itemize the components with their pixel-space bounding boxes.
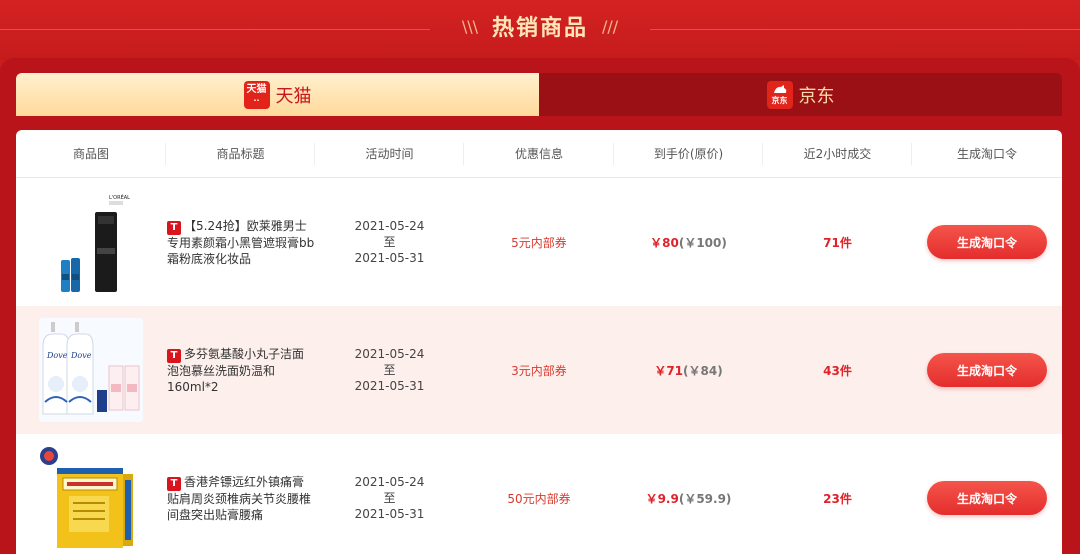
product-title-cell: T 香港斧镖远红外镇痛膏贴肩周炎颈椎病关节炎腰椎间盘突出贴膏腰痛 — [166, 434, 315, 554]
jd-dog-icon — [773, 85, 786, 93]
coupon-info: 50元内部券 — [507, 491, 571, 506]
header-action: 生成淘口令 — [956, 147, 1017, 161]
coupon-cell: 5元内部券 — [464, 178, 614, 306]
svg-text:Dove: Dove — [70, 351, 92, 360]
product-title-cell: T 【5.24抢】欧莱雅男士专用素颜霜小黑管遮瑕膏bb霜粉底液化妆品 — [166, 178, 315, 306]
original-price: (￥59.9) — [678, 491, 732, 506]
table-header: 商品图 商品标题 活动时间 优惠信息 到手价(原价) 近2小时成交 生成淘口令 — [16, 130, 1062, 178]
section-heading: \\\ 热销商品 /// — [0, 10, 1080, 42]
loreal-product-image: L'ORÉAL — [61, 193, 130, 292]
original-price: (￥100) — [678, 235, 727, 250]
tmall-badge-icon: T — [167, 476, 181, 491]
tab-jd[interactable]: 京东 京东 — [539, 73, 1062, 116]
generate-taokouling-button[interactable]: 生成淘口令 — [927, 353, 1047, 387]
time-start: 2021-05-24 — [354, 475, 425, 489]
price-value: ￥80 — [650, 235, 679, 250]
tmall-logo-eyes: ·· — [253, 95, 260, 105]
action-cell: 生成淘口令 — [912, 178, 1062, 306]
table-row: T 香港斧镖远红外镇痛膏贴肩周炎颈椎病关节炎腰椎间盘突出贴膏腰痛 2021-05-… — [16, 434, 1062, 554]
header-time: 活动时间 — [315, 130, 464, 177]
tmall-logo-icon: 天猫 ·· — [243, 80, 270, 109]
coupon-cell: 3元内部券 — [464, 306, 614, 434]
tmall-badge-icon: T — [167, 220, 181, 235]
final-price: ￥9.9(￥59.9) — [646, 490, 732, 507]
product-title[interactable]: T 香港斧镖远红外镇痛膏贴肩周炎颈椎病关节炎腰椎间盘突出贴膏腰痛 — [167, 474, 315, 523]
svg-text:Dove: Dove — [46, 351, 68, 360]
tab-tmall[interactable]: 天猫 ·· 天猫 — [16, 73, 539, 116]
time-cell: 2021-05-24 至 2021-05-31 — [315, 434, 464, 554]
sales-cell: 43件 — [763, 306, 912, 434]
product-title[interactable]: T 【5.24抢】欧莱雅男士专用素颜霜小黑管遮瑕膏bb霜粉底液化妆品 — [167, 218, 315, 267]
header-title: 商品标题 — [166, 130, 315, 177]
header-image: 商品图 — [16, 130, 166, 177]
product-title-text: 多芬氨基酸小丸子洁面泡泡慕丝洗面奶温和160ml*2 — [167, 346, 305, 394]
time-end: 2021-05-31 — [354, 251, 425, 265]
coupon-info: 5元内部券 — [511, 235, 567, 250]
time-cell: 2021-05-24 至 2021-05-31 — [315, 178, 464, 306]
recent-sales: 23件 — [823, 491, 852, 506]
table-row: Dove Dove T 多芬氨基酸小丸子洁面泡泡慕丝洗面奶温和160ml*2 2… — [16, 306, 1062, 434]
recent-sales: 43件 — [823, 363, 852, 378]
time-end: 2021-05-31 — [354, 507, 425, 521]
product-title[interactable]: T 多芬氨基酸小丸子洁面泡泡慕丝洗面奶温和160ml*2 — [167, 346, 315, 395]
heading-deco-left: \\\ — [461, 17, 478, 36]
header-coupon: 优惠信息 — [464, 130, 614, 177]
final-price: ￥71(￥84) — [654, 362, 722, 379]
product-image-cell: L'ORÉAL — [16, 178, 166, 306]
tab-tmall-label: 天猫 — [275, 85, 312, 107]
coupon-info: 3元内部券 — [511, 363, 567, 378]
generate-taokouling-button[interactable]: 生成淘口令 — [927, 225, 1047, 259]
product-title-text: 【5.24抢】欧莱雅男士专用素颜霜小黑管遮瑕膏bb霜粉底液化妆品 — [167, 218, 315, 266]
header-price: 到手价(原价) — [614, 130, 763, 177]
time-cell: 2021-05-24 至 2021-05-31 — [315, 306, 464, 434]
recent-sales: 71件 — [823, 235, 852, 250]
sales-cell: 71件 — [763, 178, 912, 306]
time-separator: 至 — [383, 363, 396, 377]
product-title-cell: T 多芬氨基酸小丸子洁面泡泡慕丝洗面奶温和160ml*2 — [166, 306, 315, 434]
time-start: 2021-05-24 — [354, 347, 425, 361]
platform-tabs: 天猫 ·· 天猫 京东 京东 — [16, 73, 1062, 116]
activity-time: 2021-05-24 至 2021-05-31 — [355, 474, 425, 522]
product-image-cell — [16, 434, 166, 554]
tmall-logo-text: 天猫 — [246, 83, 267, 95]
product-image-cell: Dove Dove — [16, 306, 166, 434]
tmall-badge-icon: T — [167, 348, 181, 363]
jd-logo-icon: 京东 — [766, 80, 793, 109]
product-image[interactable] — [39, 446, 143, 550]
section-title: 热销商品 — [491, 16, 588, 41]
tab-jd-label: 京东 — [798, 85, 835, 107]
final-price: ￥80(￥100) — [650, 234, 727, 251]
product-image[interactable]: L'ORÉAL — [39, 190, 143, 294]
price-cell: ￥71(￥84) — [614, 306, 763, 434]
original-price: (￥84) — [683, 363, 723, 378]
header-sales: 近2小时成交 — [763, 130, 912, 177]
sales-cell: 23件 — [763, 434, 912, 554]
action-cell: 生成淘口令 — [912, 434, 1062, 554]
price-cell: ￥9.9(￥59.9) — [614, 434, 763, 554]
product-image[interactable]: Dove Dove — [39, 318, 143, 422]
time-end: 2021-05-31 — [354, 379, 425, 393]
time-separator: 至 — [383, 491, 396, 505]
action-cell: 生成淘口令 — [912, 306, 1062, 434]
dove-product-image: Dove Dove — [39, 318, 143, 422]
activity-time: 2021-05-24 至 2021-05-31 — [355, 218, 425, 266]
time-separator: 至 — [383, 235, 396, 249]
jd-logo-text: 京东 — [771, 96, 788, 105]
heading-deco-right: /// — [602, 17, 619, 36]
product-title-text: 香港斧镖远红外镇痛膏贴肩周炎颈椎病关节炎腰椎间盘突出贴膏腰痛 — [167, 474, 312, 522]
coupon-cell: 50元内部券 — [464, 434, 614, 554]
table-row: L'ORÉAL T 【5.24抢】欧莱雅男士专用素颜霜小黑管遮瑕膏bb霜粉底液化妆… — [16, 178, 1062, 306]
price-value: ￥9.9 — [645, 491, 679, 506]
axe-plaster-product-image — [40, 447, 133, 548]
product-table: 商品图 商品标题 活动时间 优惠信息 到手价(原价) 近2小时成交 生成淘口令 … — [16, 130, 1062, 554]
time-start: 2021-05-24 — [354, 219, 425, 233]
generate-taokouling-button[interactable]: 生成淘口令 — [927, 481, 1047, 515]
svg-text:L'ORÉAL: L'ORÉAL — [109, 193, 130, 201]
price-value: ￥71 — [654, 363, 684, 378]
activity-time: 2021-05-24 至 2021-05-31 — [355, 346, 425, 394]
price-cell: ￥80(￥100) — [614, 178, 763, 306]
